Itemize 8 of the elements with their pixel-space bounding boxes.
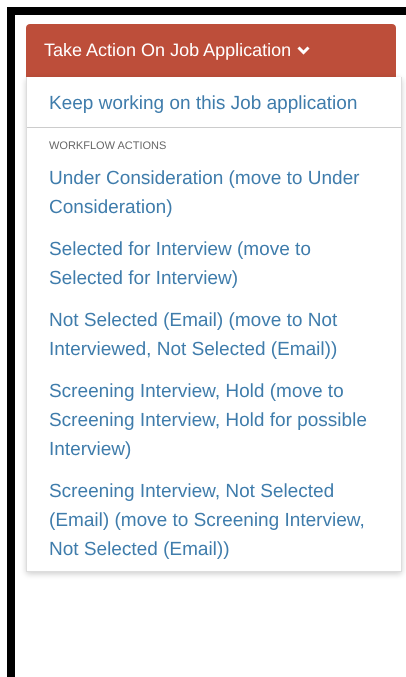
chevron-icon xyxy=(297,46,310,55)
menu-item[interactable]: Screening Interview, Not Selected (Email) (move to Screening Interview, Not Selected (Email)) xyxy=(27,471,401,571)
menu-item[interactable]: Selected for Interview (move to Selected for Interview) xyxy=(27,229,401,300)
take-action-button[interactable]: Take Action On Job Application xyxy=(26,24,396,77)
menu-item[interactable]: Screening Interview, Hold (move to Screening Interview, Hold for possible Interview) xyxy=(27,371,401,471)
menu-item[interactable]: Under Consideration (move to Under Consideration) xyxy=(27,158,401,229)
menu-item[interactable]: Not Selected (Email) (move to Not Interviewed, Not Selected (Email)) xyxy=(27,300,401,371)
section-header: WORKFLOW ACTIONS xyxy=(48,139,168,154)
